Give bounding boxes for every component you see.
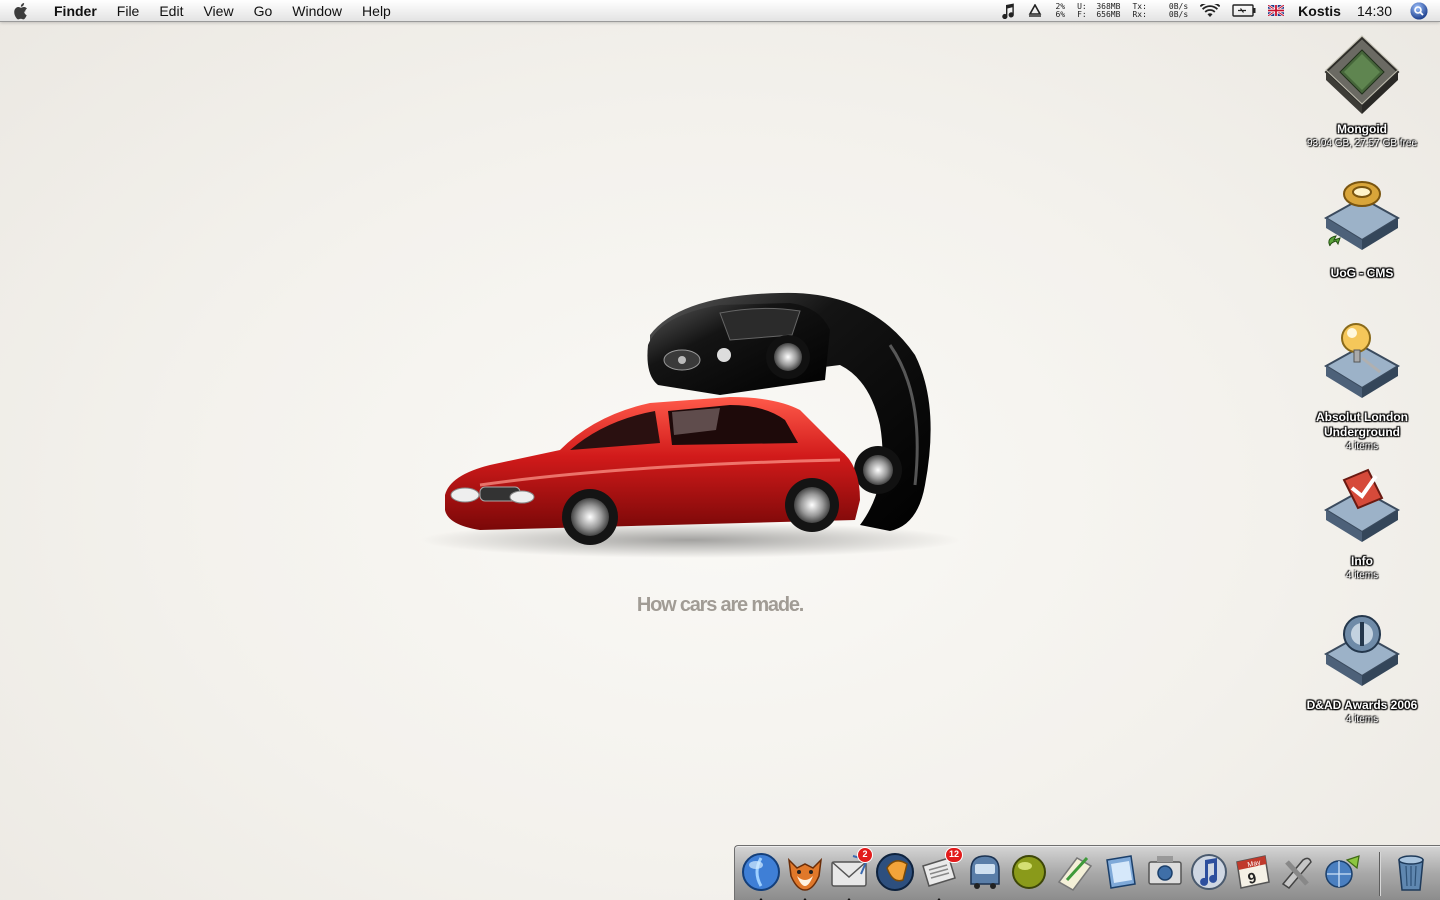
dock-item-photos[interactable]: [1143, 850, 1187, 894]
network-volume-icon: [1324, 181, 1400, 250]
desktop-icon-subtitle: 4 items: [1345, 441, 1379, 452]
desktop-icon-subtitle: 4 items: [1345, 714, 1379, 725]
user-menu[interactable]: Kostis: [1290, 3, 1349, 19]
dock-item-trash[interactable]: [1389, 850, 1433, 894]
dock-item-firefox[interactable]: [783, 850, 827, 900]
dock-item-utilities[interactable]: [1275, 850, 1319, 894]
transmit-icon: [970, 855, 1000, 889]
dock-item-camino[interactable]: [1007, 850, 1051, 894]
dock-item-preview[interactable]: [1099, 850, 1143, 894]
desktop-icon-label: Absolut London Underground: [1316, 410, 1408, 439]
folder-lamp-icon: [1324, 323, 1400, 398]
desktop-icon-label: UoG - CMS: [1330, 266, 1394, 280]
utilities-icon: [1281, 857, 1312, 889]
ichat-icon: [876, 853, 914, 891]
ical-icon: May 9: [1236, 855, 1270, 889]
newsfire-badge: 12: [944, 847, 963, 863]
dock-item-ical[interactable]: May 9: [1231, 850, 1275, 894]
wallpaper-cars-illustration: [420, 285, 960, 565]
menu-view[interactable]: View: [193, 0, 243, 22]
dock-item-itunes[interactable]: [1187, 850, 1231, 894]
cpu-line-2: 6%: [1055, 9, 1066, 19]
dock-item-network[interactable]: [1321, 850, 1365, 894]
menu-bar: Finder File Edit View Go Window Help 2% …: [0, 0, 1440, 22]
network-meter: 0B/s 0B/s: [1163, 0, 1194, 22]
hard-drive-icon: [1324, 35, 1400, 114]
mail-badge: 2: [857, 847, 873, 863]
preview-icon: [1106, 855, 1136, 889]
dock-item-newsfire[interactable]: 12: [917, 847, 963, 900]
trash-icon: [1398, 855, 1424, 891]
menu-finder[interactable]: Finder: [44, 0, 107, 22]
wallpaper-tagline: How cars are made.: [636, 594, 804, 616]
desktop-icon-uog-cms[interactable]: UoG - CMS: [1287, 176, 1437, 281]
dock-separator: [1379, 852, 1380, 896]
desktop-icon-subtitle: 93.04 GB, 27.57 GB free: [1306, 138, 1418, 149]
dock-item-transmit[interactable]: [963, 850, 1007, 894]
dock-item-mail[interactable]: 2: [827, 847, 873, 900]
menu-go[interactable]: Go: [244, 0, 283, 22]
photos-icon: [1148, 856, 1182, 885]
dock-item-ichat[interactable]: [873, 850, 917, 894]
desktop-icon-mongoid[interactable]: Mongoid 93.04 GB, 27.57 GB free: [1287, 34, 1437, 150]
desktop-icon-subtitle: 4 items: [1345, 570, 1379, 581]
menu-window[interactable]: Window: [282, 0, 352, 22]
memory-meter: U: 368MB F: 656MB: [1071, 0, 1126, 22]
cpu-meter: 2% 6%: [1049, 0, 1071, 22]
folder-award-icon: [1324, 615, 1400, 686]
apple-menu-icon[interactable]: [0, 2, 44, 20]
menu-file[interactable]: File: [107, 0, 150, 22]
desktop-icon-label: D&AD Awards 2006: [1306, 698, 1418, 712]
desktop-icon-info[interactable]: Info 4 items: [1287, 462, 1437, 582]
menu-help[interactable]: Help: [352, 0, 401, 22]
folder-info-icon: [1324, 468, 1400, 542]
firefox-icon: [787, 857, 823, 891]
dock: 2 12 May 9: [734, 845, 1440, 900]
itunes-icon: [1191, 854, 1227, 890]
dock-item-textedit[interactable]: [1053, 850, 1097, 894]
desktop-icon-absolut-london-underground[interactable]: Absolut London Underground 4 items: [1287, 318, 1437, 453]
finder-icon: [742, 853, 780, 891]
network-rx-rate: 0B/s: [1168, 9, 1189, 19]
memory-line-2: F: 656MB: [1077, 9, 1121, 19]
uk-flag-icon[interactable]: [1262, 0, 1290, 22]
network-labels: Tx: Rx:: [1126, 0, 1162, 22]
battery-icon[interactable]: [1226, 0, 1262, 22]
dock-item-finder[interactable]: [739, 850, 783, 900]
itunes-note-icon[interactable]: [995, 0, 1021, 22]
wifi-icon[interactable]: [1194, 0, 1226, 22]
textedit-icon: [1057, 856, 1093, 891]
camino-icon: [1012, 855, 1046, 889]
menu-clock[interactable]: 14:30: [1349, 3, 1404, 19]
network-rx-label: Rx:: [1132, 9, 1147, 19]
spotlight-icon[interactable]: [1404, 0, 1440, 22]
network-icon: [1325, 855, 1360, 888]
menu-edit[interactable]: Edit: [149, 0, 193, 22]
recycle-icon[interactable]: [1021, 0, 1049, 22]
desktop-icon-dad-awards-2006[interactable]: D&AD Awards 2006 4 items: [1287, 606, 1437, 726]
desktop-icon-label: Mongoid: [1337, 122, 1387, 136]
desktop-icon-label: Info: [1351, 554, 1373, 568]
